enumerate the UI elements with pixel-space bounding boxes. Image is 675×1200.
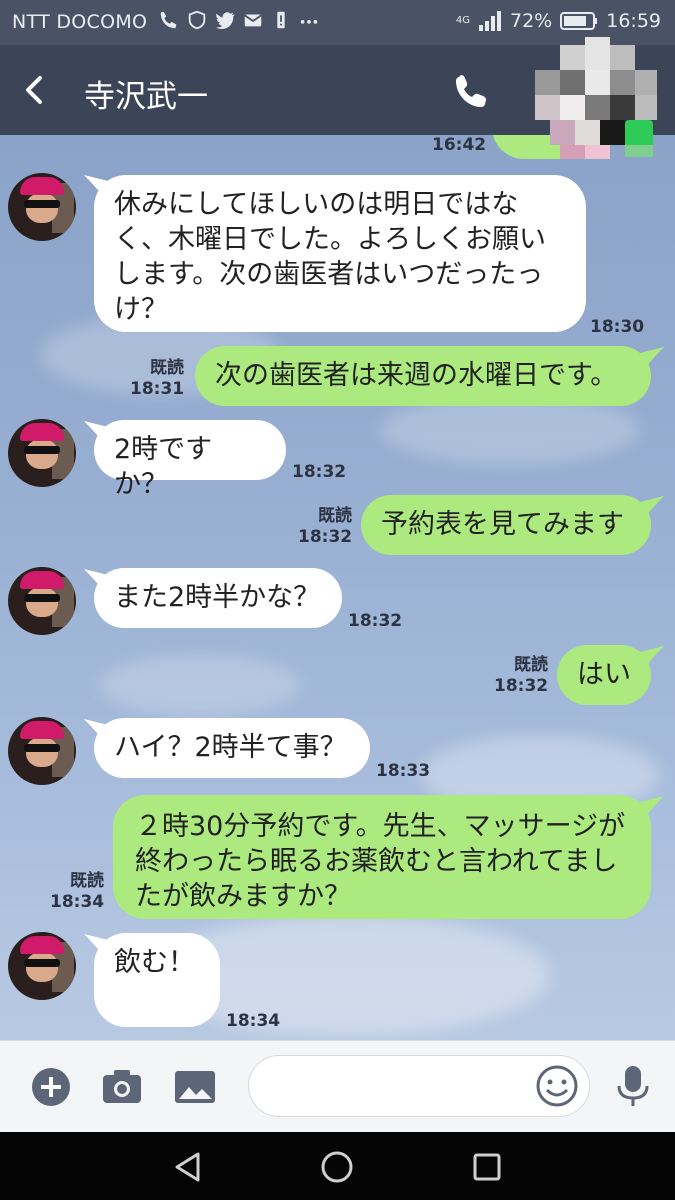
sender-avatar[interactable] [8,567,76,635]
image-icon[interactable] [173,1065,217,1109]
sender-avatar[interactable] [8,173,76,241]
more-icon [300,20,318,24]
microphone-icon[interactable] [611,1064,655,1108]
add-icon[interactable] [29,1065,73,1109]
read-receipt: 既読 18:32 [494,655,549,696]
message-time: 18:32 [292,462,347,482]
bubble-tail [640,646,664,666]
home-nav-icon[interactable] [320,1150,354,1184]
message-time: 18:32 [348,611,403,631]
message-input-bar [0,1040,675,1133]
message-bubble-incoming[interactable]: 2時ですか？ [94,420,286,500]
contact-name: 寺沢武一 [84,79,208,115]
clock: 16:59 [606,10,661,32]
message-bubble-outgoing[interactable]: 予約表を見てみます [361,495,651,555]
bubble-tail [640,796,664,816]
back-nav-icon[interactable] [171,1150,205,1184]
read-receipt: 既読 18:34 [50,871,105,912]
phone-icon[interactable] [452,71,492,111]
shield-icon [188,10,206,30]
sender-avatar[interactable] [8,717,76,785]
mail-icon [244,14,262,27]
message-time: 16:42 [432,135,487,155]
carrier-name: NTT DOCOMO [12,11,148,33]
message-time: 18:33 [376,761,431,781]
contact-avatar-pixelated[interactable] [530,37,665,165]
network-type: 4G [455,15,470,26]
twitter-icon [215,12,235,29]
message-bubble-outgoing[interactable]: はい [557,645,651,705]
message-bubble-outgoing[interactable]: ２時30分予約です。先生、マッサージが終わったら眠るお薬飲むと言われてましたが飲… [113,795,651,919]
message-bubble-incoming[interactable]: 休みにしてほしいのは明日ではなく、木曜日でした。よろしくお願いします。次の歯医者… [94,175,586,332]
message-bubble-incoming[interactable]: ハイ？2時半て事？ [94,718,370,778]
recents-nav-icon[interactable] [470,1150,504,1184]
battery-percent: 72% [510,10,553,32]
signal-icon [479,11,501,31]
emoji-icon[interactable] [535,1064,579,1108]
message-bubble-outgoing[interactable]: 次の歯医者は来週の水曜日です。 [195,346,651,406]
back-icon[interactable] [18,72,54,108]
android-nav-bar [0,1132,675,1200]
bubble-tail [640,347,664,367]
camera-icon[interactable] [100,1065,144,1109]
bubble-tail [640,496,664,516]
read-receipt: 既読 18:31 [130,358,185,399]
call-forward-icon [160,11,177,29]
message-time: 18:34 [226,1011,281,1031]
chat-area[interactable]: 16:42 休みにしてほしいのは明日ではなく、木曜日でした。よろしくお願いします… [0,135,675,1040]
chat-header: 寺沢武一 [0,37,675,159]
battery-icon [560,12,598,30]
read-receipt: 既読 18:32 [298,506,353,547]
sender-avatar[interactable] [8,419,76,487]
message-bubble-incoming[interactable]: 飲む！ [94,933,220,1027]
message-time: 18:30 [590,317,645,337]
sender-avatar[interactable] [8,932,76,1000]
message-bubble-incoming[interactable]: また2時半かな？ [94,568,342,628]
battery-alert-icon [277,11,285,29]
